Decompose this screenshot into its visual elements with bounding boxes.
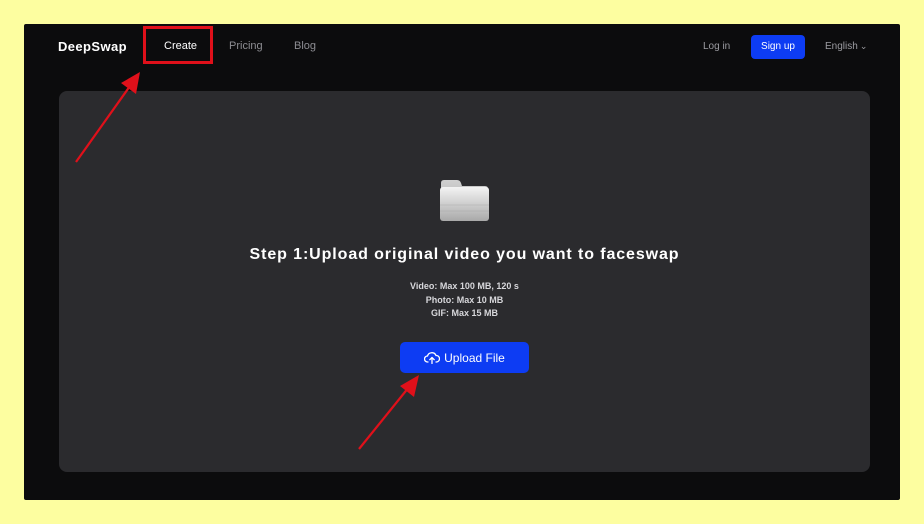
nav-blog-link[interactable]: Blog (294, 40, 316, 52)
upload-file-label: Upload File (444, 350, 505, 365)
chevron-down-icon: ⌄ (859, 41, 868, 51)
create-highlight-box (143, 26, 213, 64)
login-link[interactable]: Log in (703, 41, 730, 52)
deepswap-logo[interactable]: DeepSwap (58, 39, 127, 54)
upload-file-button[interactable]: Upload File (400, 342, 529, 373)
video-limit: Video: Max 100 MB, 120 s (410, 281, 519, 291)
nav-pricing-link[interactable]: Pricing (229, 40, 263, 52)
signup-button[interactable]: Sign up (751, 35, 805, 59)
language-selector[interactable]: English ⌄ (825, 41, 867, 52)
gif-limit: GIF: Max 15 MB (430, 308, 498, 318)
cloud-upload-icon (424, 352, 441, 364)
upload-panel[interactable]: Step 1:Upload original video you want to… (59, 91, 870, 472)
app-window: DeepSwap Create Pricing Blog Log in Sign… (24, 24, 900, 500)
file-limits: Video: Max 100 MB, 120 s Photo: Max 10 M… (59, 280, 870, 321)
language-label: English (825, 41, 858, 52)
screenshot-stage: DeepSwap Create Pricing Blog Log in Sign… (0, 0, 924, 524)
top-navbar: DeepSwap Create Pricing Blog Log in Sign… (24, 24, 900, 70)
step-title: Step 1:Upload original video you want to… (249, 246, 680, 263)
photo-limit: Photo: Max 10 MB (425, 294, 504, 305)
folder-icon (440, 180, 489, 221)
